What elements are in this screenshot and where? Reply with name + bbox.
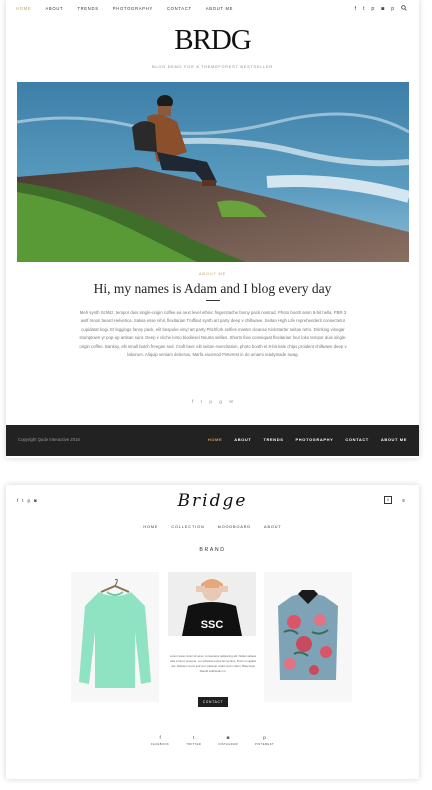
nav-item-home[interactable]: HOME — [16, 6, 31, 11]
search-icon[interactable] — [401, 5, 407, 13]
footer-nav-photography[interactable]: PHOTOGRAPHY — [296, 437, 334, 442]
section-title: BRAND — [199, 547, 226, 553]
intro-paragraph: Meh synth Schlitz, tempor duis single-or… — [79, 310, 347, 357]
email-icon[interactable]: ✉ — [229, 399, 233, 404]
shop-demo-screenshot: f t p ◙ Bridge 0 ≡ HOME COLLECTION MOODB… — [6, 485, 419, 779]
footer-nav-about[interactable]: ABOUT — [234, 437, 251, 442]
nav-item-trends[interactable]: TRENDS — [77, 6, 98, 11]
menu-icon[interactable]: ≡ — [402, 498, 405, 504]
shop-navigation: HOME COLLECTION MOODBOARD ABOUT — [6, 525, 419, 529]
instagram-label: INSTAGRAM — [218, 743, 238, 746]
facebook-link[interactable]: f FACEBOOK — [151, 735, 169, 746]
nav-item-about-me[interactable]: ABOUT ME — [206, 6, 233, 11]
shop-footer-social: f FACEBOOK t TWITTER ◙ INSTAGRAM p PINTE… — [6, 735, 419, 746]
pinterest-link[interactable]: p PINTEREST — [255, 735, 274, 746]
cart-count: 0 — [387, 498, 389, 502]
pinterest-icon: p — [263, 735, 266, 740]
hero-image — [17, 82, 409, 262]
page-title: Hi, my names is Adam and I blog every da… — [93, 281, 332, 296]
contact-button[interactable]: CONTACT — [198, 697, 228, 707]
footer-nav-trends[interactable]: TRENDS — [263, 437, 283, 442]
pinterest-icon[interactable]: p — [391, 6, 394, 12]
pinterest-label: PINTEREST — [254, 743, 275, 746]
pinterest-icon[interactable]: p — [209, 399, 212, 404]
google-plus-icon[interactable]: g — [219, 399, 222, 404]
footer-nav-home[interactable]: HOME — [208, 437, 222, 442]
product-image-sweater[interactable] — [71, 572, 159, 702]
section-kicker: ABOUT ME — [198, 271, 227, 276]
nav-item-photography[interactable]: PHOTOGRAPHY — [113, 6, 153, 11]
shop-nav-moodboard[interactable]: MOODBOARD — [218, 525, 251, 529]
site-tagline: BLOG DEMO FOR A THEMEFOREST BESTSELLER — [152, 65, 273, 69]
site-logo[interactable]: BRDG — [6, 24, 419, 57]
instagram-icon[interactable]: ◙ — [381, 6, 384, 12]
title-divider — [206, 300, 220, 301]
facebook-label: FACEBOOK — [150, 743, 170, 746]
nav-item-about[interactable]: ABOUT — [45, 6, 63, 11]
footer-nav-about-me[interactable]: ABOUT ME — [381, 437, 407, 442]
top-navigation: HOME ABOUT TRENDS PHOTOGRAPHY CONTACT AB… — [16, 6, 233, 11]
instagram-icon: ◙ — [226, 735, 230, 740]
svg-text:SSC: SSC — [201, 619, 224, 631]
shop-nav-collection[interactable]: COLLECTION — [171, 525, 204, 529]
blog-demo-screenshot: HOME ABOUT TRENDS PHOTOGRAPHY CONTACT AB… — [6, 0, 419, 458]
shop-nav-about[interactable]: ABOUT — [264, 525, 282, 529]
facebook-icon: f — [159, 735, 161, 740]
twitter-label: TWITTER — [186, 743, 202, 746]
facebook-icon[interactable]: f — [192, 399, 193, 404]
shop-nav-home[interactable]: HOME — [143, 525, 158, 529]
twitter-icon: t — [193, 735, 195, 740]
share-icons: f t p g ✉ — [6, 390, 419, 408]
copyright-text: Copyright Qode Interactive 2016 — [18, 437, 80, 442]
brand-feature-card: SSC — [168, 572, 256, 702]
instagram-link[interactable]: ◙ INSTAGRAM — [218, 735, 238, 746]
shop-logo[interactable]: Bridge — [6, 491, 419, 511]
twitter-link[interactable]: t TWITTER — [186, 735, 201, 746]
facebook-icon[interactable]: f — [355, 6, 356, 12]
footer-navigation: HOME ABOUT TRENDS PHOTOGRAPHY CONTACT AB… — [208, 437, 407, 442]
brand-description: Lorem ipsum dolor sit amet, consectetur … — [169, 654, 257, 674]
nav-item-contact[interactable]: CONTACT — [167, 6, 192, 11]
twitter-icon[interactable]: t — [363, 6, 364, 12]
footer-nav-contact[interactable]: CONTACT — [345, 437, 368, 442]
twitter-icon[interactable]: t — [201, 399, 202, 404]
header-social-icons: f t p ◙ p — [355, 5, 407, 13]
product-image-floral-shirt[interactable] — [264, 572, 352, 702]
cart-icon[interactable]: 0 — [384, 496, 392, 504]
pinterest-icon[interactable]: p — [371, 6, 374, 12]
blog-footer: Copyright Qode Interactive 2016 HOME ABO… — [6, 425, 419, 456]
